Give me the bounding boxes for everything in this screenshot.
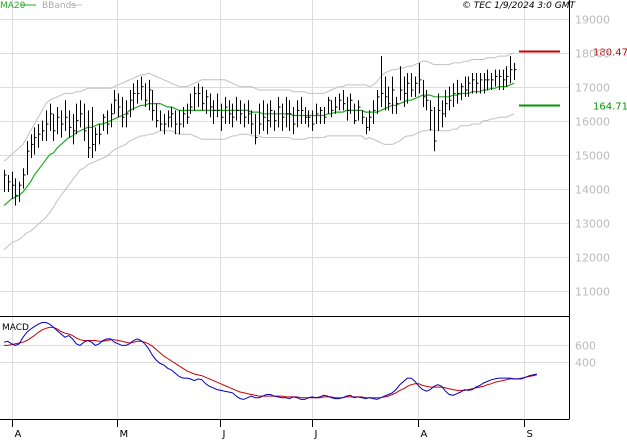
price-levels: 180.47164.71 xyxy=(519,48,627,113)
macd-grid xyxy=(0,316,569,419)
price-tick-label: 14000 xyxy=(575,184,610,197)
price-tick-label: 15000 xyxy=(575,150,610,163)
month-label: J xyxy=(314,429,318,440)
macd-title: MACD xyxy=(2,323,29,333)
month-axis: AMJJAS xyxy=(12,419,533,440)
month-label: A xyxy=(421,429,428,440)
price-tick-label: 16000 xyxy=(575,116,610,129)
support-level-label: 164.71 xyxy=(593,102,627,113)
price-axis-ticks: 19000 18000 17000 16000 15000 14000 13000 12000… xyxy=(575,14,610,299)
price-tick-label: 17000 xyxy=(575,82,610,95)
bollinger-bands xyxy=(3,52,515,251)
price-tick-label: 18000 xyxy=(575,48,610,61)
price-tick-label: 13000 xyxy=(575,218,610,231)
macd-tick-label: 400 xyxy=(575,357,596,370)
price-tick-label: 19000 xyxy=(575,14,610,27)
month-label: A xyxy=(15,429,22,440)
legend-bbands-label: BBands xyxy=(42,1,76,11)
legend: MA20 BBands xyxy=(0,1,82,11)
price-grid xyxy=(0,0,569,316)
macd-lines xyxy=(3,322,537,400)
copyright-timestamp: © TEC 1/9/2024 3:0 GMT xyxy=(462,1,577,11)
price-tick-label: 12000 xyxy=(575,252,610,265)
macd-axis-ticks: 600400 xyxy=(575,340,596,370)
month-label: J xyxy=(222,429,226,440)
price-tick-label: 11000 xyxy=(575,286,610,299)
legend-ma20-label: MA20 xyxy=(0,1,26,11)
month-label: S xyxy=(527,429,533,440)
stock-chart: 180.47164.71 19000 18000 17000 16000 15000 14… xyxy=(0,0,627,440)
month-label: M xyxy=(120,429,129,440)
macd-tick-label: 600 xyxy=(575,340,596,353)
macd-line xyxy=(3,322,537,400)
